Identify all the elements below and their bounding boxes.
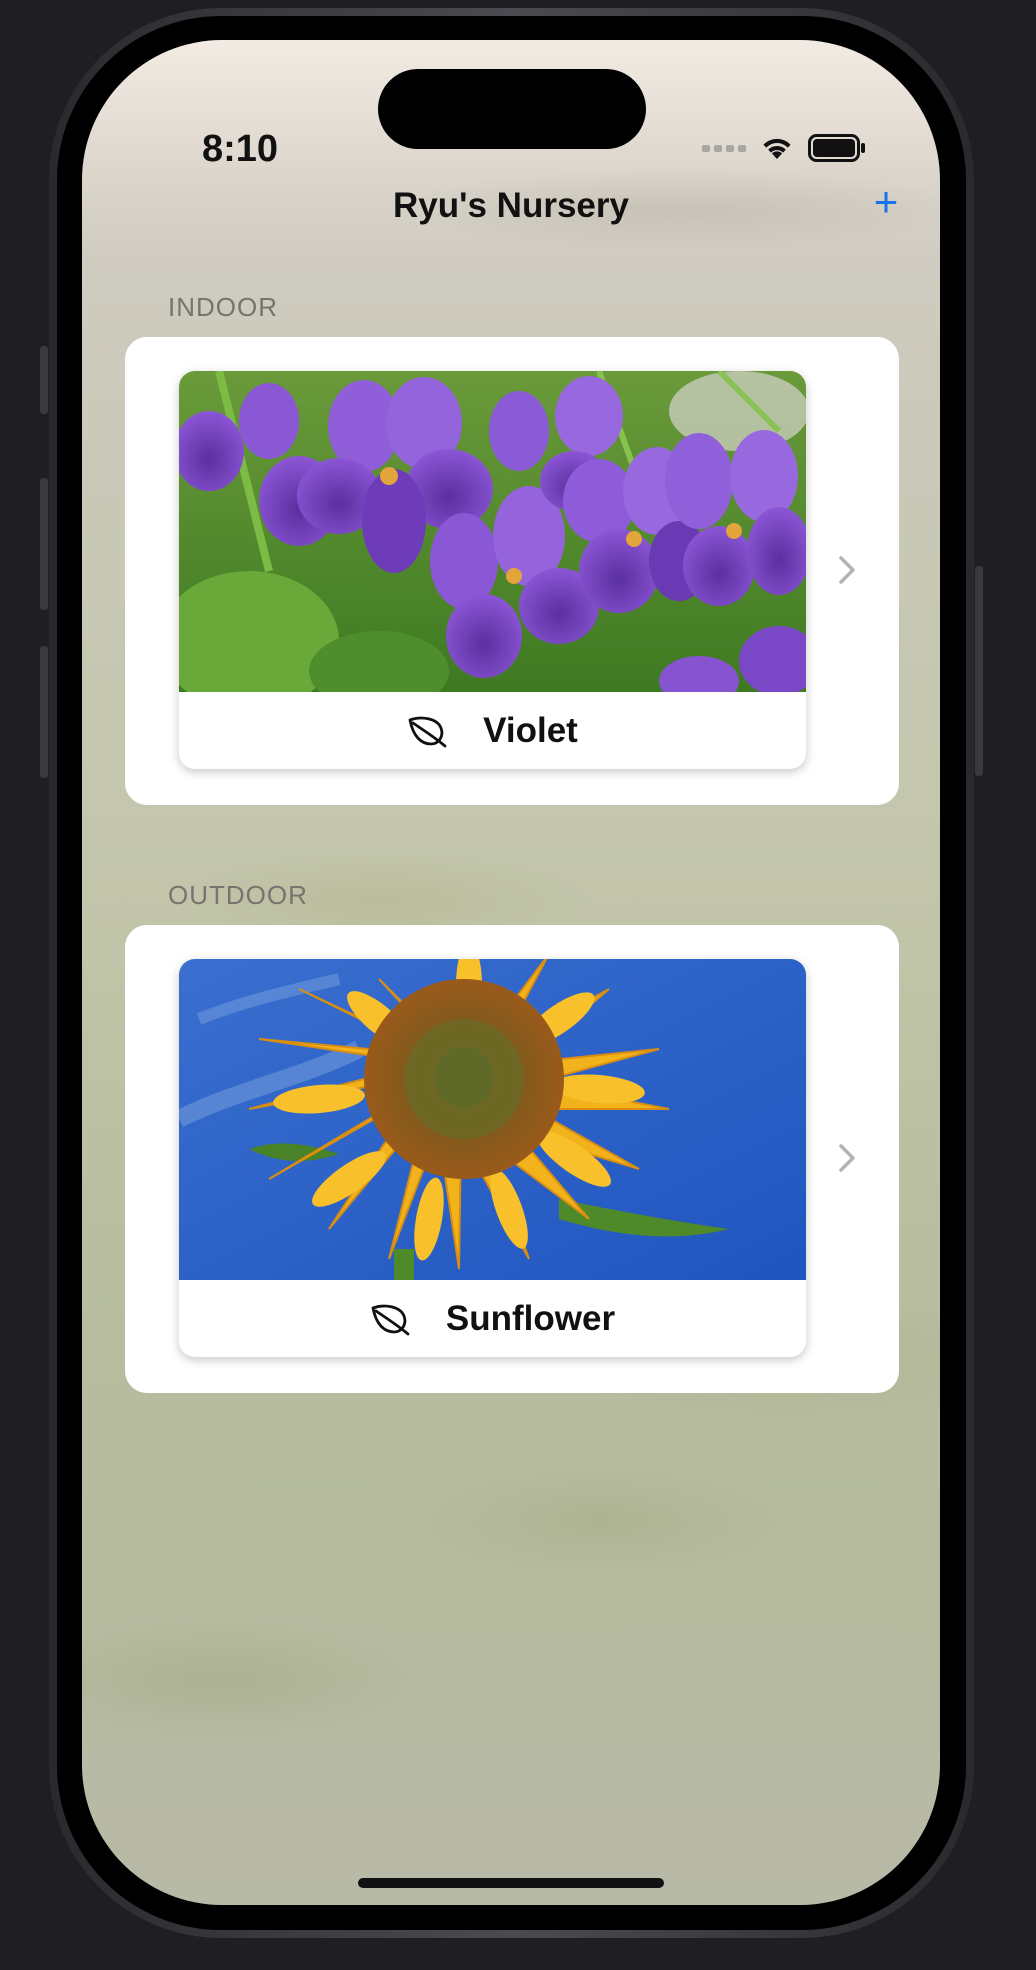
plus-icon: + [873,178,899,225]
page-title: Ryu's Nursery [393,186,629,225]
plant-name: Violet [483,710,578,750]
chevron-right-icon [839,556,855,584]
plant-caption: Violet [179,692,806,769]
wifi-icon [763,138,791,159]
power-button [975,566,983,776]
violet-flowers-photo [179,371,806,692]
section-header-outdoor: OUTDOOR [168,880,308,910]
sunflower-photo [179,959,806,1280]
plant-caption: Sunflower [179,1280,806,1357]
list-item[interactable]: Sunflower [125,925,899,1393]
home-indicator[interactable] [358,1878,664,1888]
phone-screen: 8:10 Ryu's Nursery + INDOOR Violet OUTDO… [82,40,940,1905]
list-item[interactable]: Violet [125,337,899,805]
plant-tile-violet[interactable]: Violet [179,371,806,769]
leaf-icon [371,1304,410,1335]
plant-tile-sunflower[interactable]: Sunflower [179,959,806,1357]
volume-up-button [40,478,48,610]
status-time: 8:10 [202,128,279,170]
chevron-right-icon [839,1144,855,1172]
leaf-icon [408,716,447,747]
section-header-indoor: INDOOR [168,292,278,322]
plant-name: Sunflower [445,1298,616,1338]
volume-down-button [40,646,48,778]
cellular-signal-icon [702,144,746,152]
dynamic-island [378,69,646,149]
action-button [40,346,48,414]
battery-icon [808,134,865,162]
add-plant-button[interactable]: + [864,178,908,225]
status-icons [702,134,866,162]
